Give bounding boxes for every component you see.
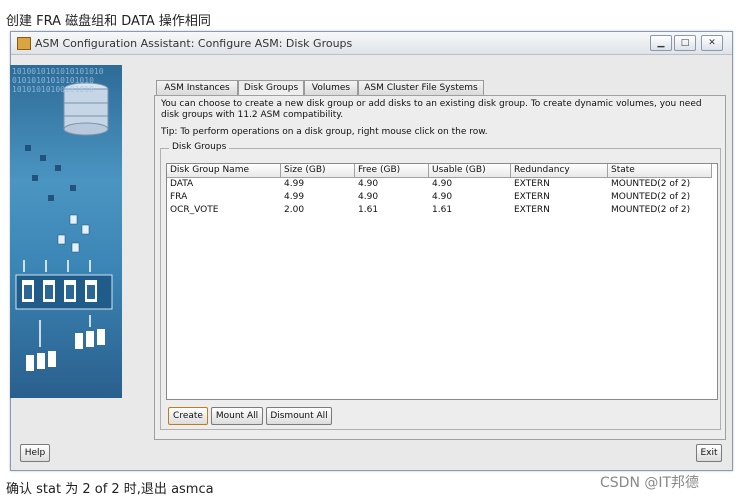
cell-size: 4.99 [284,192,305,202]
cell-free: 1.61 [358,205,379,215]
cell-redundancy: EXTERN [514,179,550,189]
binary-text: 1010010101010101010 [12,67,104,76]
cell-state: MOUNTED(2 of 2) [611,192,691,202]
description-text: You can choose to create a new disk grou… [161,99,702,120]
title-bar[interactable]: ASM Configuration Assistant: Configure A… [11,32,732,55]
binary-text: 01010101010101010 [12,76,94,85]
cell-name: OCR_VOTE [170,205,219,215]
column-header[interactable]: Usable (GB) [429,164,511,178]
column-header[interactable]: Free (GB) [355,164,429,178]
cell-name: DATA [170,179,194,189]
column-header[interactable]: Redundancy [511,164,608,178]
close-icon[interactable]: ✕ [701,35,723,51]
caption-top: 创建 FRA 磁盘组和 DATA 操作相同 [6,14,211,29]
cell-usable: 4.90 [432,179,453,189]
maximize-icon[interactable]: □ [674,35,696,51]
cell-state: MOUNTED(2 of 2) [611,179,691,189]
caption-bottom: 确认 stat 为 2 of 2 时,退出 asmca [6,482,214,497]
window-title: ASM Configuration Assistant: Configure A… [35,37,353,50]
column-header[interactable]: Size (GB) [281,164,355,178]
mount-all-button[interactable]: Mount All [211,407,263,425]
minimize-icon[interactable]: ▁ [650,35,672,51]
cell-name: FRA [170,192,188,202]
column-header[interactable]: State [608,164,712,178]
tab-volumes[interactable]: Volumes [304,80,358,96]
cell-usable: 4.90 [432,192,453,202]
cell-state: MOUNTED(2 of 2) [611,205,691,215]
cell-free: 4.90 [358,179,379,189]
binary-text: 10101010100101010 [12,85,94,94]
cell-redundancy: EXTERN [514,192,550,202]
table-row[interactable]: FRA 4.99 4.90 4.90 EXTERN MOUNTED(2 of 2… [167,191,711,204]
cell-size: 2.00 [284,205,305,215]
table-row[interactable]: OCR_VOTE 2.00 1.61 1.61 EXTERN MOUNTED(2… [167,204,711,217]
tip-text: Tip: To perform operations on a disk gro… [161,127,488,137]
cell-redundancy: EXTERN [514,205,550,215]
table-row[interactable]: DATA 4.99 4.90 4.90 EXTERN MOUNTED(2 of … [167,178,711,191]
exit-button[interactable]: Exit [696,444,722,462]
disk-groups-table: Disk Group Name Size (GB) Free (GB) Usab… [166,163,718,400]
asm-banner-image: 1010010101010101010 01010101010101010 10… [10,65,122,398]
cell-size: 4.99 [284,179,305,189]
dismount-all-button[interactable]: Dismount All [266,407,332,425]
tab-acfs[interactable]: ASM Cluster File Systems [358,80,484,96]
disk-groups-title: Disk Groups [169,142,230,152]
tab-asm-instances[interactable]: ASM Instances [156,80,238,96]
cell-usable: 1.61 [432,205,453,215]
cell-free: 4.90 [358,192,379,202]
app-icon [17,37,31,50]
help-button[interactable]: Help [20,444,50,462]
storage-illustration [15,82,113,371]
watermark: CSDN @IT邦德 [600,475,700,491]
column-header[interactable]: Disk Group Name [167,164,281,178]
create-button[interactable]: Create [168,407,208,425]
